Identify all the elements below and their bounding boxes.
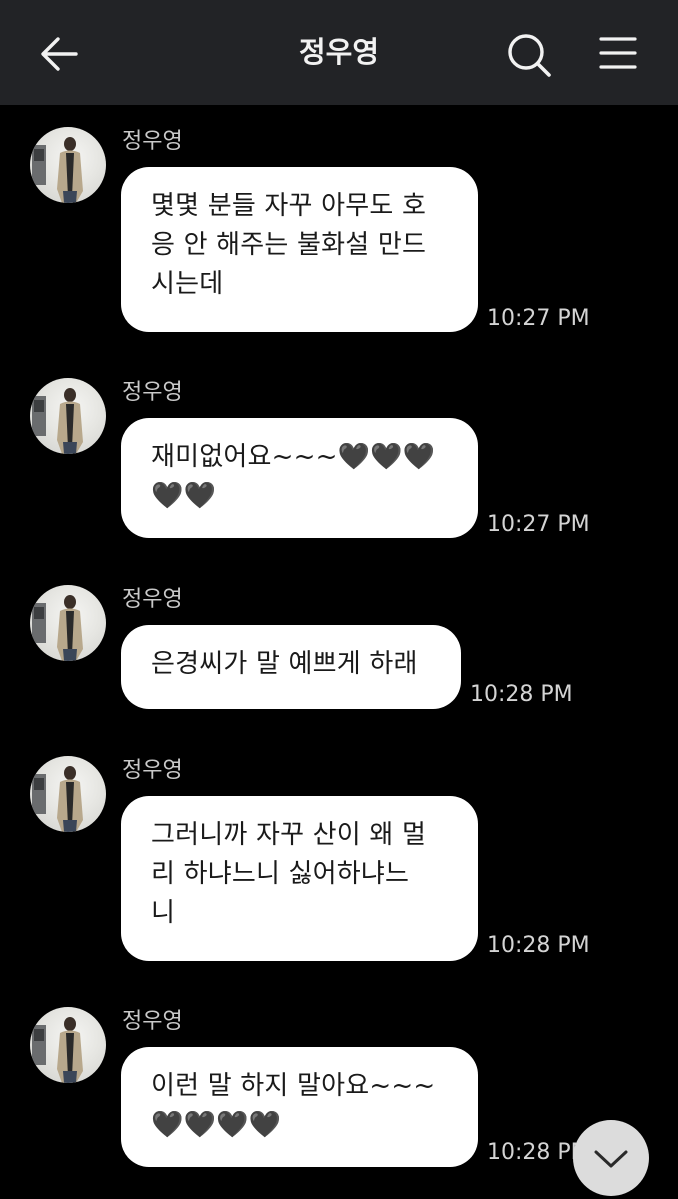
sender-name: 정우영 — [122, 758, 183, 783]
avatar[interactable] — [30, 756, 106, 832]
sender-name: 정우영 — [122, 380, 183, 405]
message-bubble[interactable]: 재미없어요~~~🖤🖤🖤 🖤🖤 — [121, 418, 478, 538]
profile-photo — [32, 1017, 83, 1083]
avatar[interactable] — [30, 127, 106, 203]
chat-title: 정우영 — [298, 35, 380, 69]
search-button[interactable] — [505, 31, 553, 79]
hamburger-menu-icon — [599, 37, 637, 69]
message-item: 정우영 은경씨가 말 예쁘게 하래 10:28 PM — [0, 585, 678, 715]
search-icon — [508, 34, 551, 77]
message-bubble[interactable]: 은경씨가 말 예쁘게 하래 — [121, 625, 461, 709]
scroll-to-bottom-button[interactable] — [573, 1120, 649, 1196]
profile-photo — [32, 766, 83, 832]
message-bubble[interactable]: 몇몇 분들 자꾸 아무도 호 응 안 해주는 불화설 만드 시는데 — [121, 167, 478, 332]
profile-photo — [32, 137, 83, 203]
sender-name: 정우영 — [122, 587, 183, 612]
sender-name: 정우영 — [122, 1009, 183, 1034]
app-header: 정우영 — [0, 0, 678, 105]
chevron-down-icon — [594, 1150, 628, 1168]
message-item: 정우영 그러니까 자꾸 산이 왜 멀 리 하냐느니 싫어하냐느 니 10:28 … — [0, 756, 678, 966]
message-bubble[interactable]: 그러니까 자꾸 산이 왜 멀 리 하냐느니 싫어하냐느 니 — [121, 796, 478, 961]
back-button[interactable] — [38, 32, 82, 76]
avatar[interactable] — [30, 585, 106, 661]
message-item: 정우영 몇몇 분들 자꾸 아무도 호 응 안 해주는 불화설 만드 시는데 10… — [0, 127, 678, 337]
message-bubble[interactable]: 이런 말 하지 말아요~~~ 🖤🖤🖤🖤 — [121, 1047, 478, 1167]
message-time: 10:27 PM — [487, 306, 590, 331]
profile-photo — [32, 595, 83, 661]
message-time: 10:27 PM — [487, 512, 590, 537]
menu-button[interactable] — [596, 34, 640, 74]
message-item: 정우영 재미없어요~~~🖤🖤🖤 🖤🖤 10:27 PM — [0, 378, 678, 543]
message-time: 10:28 PM — [487, 933, 590, 958]
profile-photo — [32, 388, 83, 454]
avatar[interactable] — [30, 378, 106, 454]
arrow-left-icon — [41, 37, 78, 71]
avatar[interactable] — [30, 1007, 106, 1083]
message-time: 10:28 PM — [470, 682, 573, 707]
sender-name: 정우영 — [122, 129, 183, 154]
